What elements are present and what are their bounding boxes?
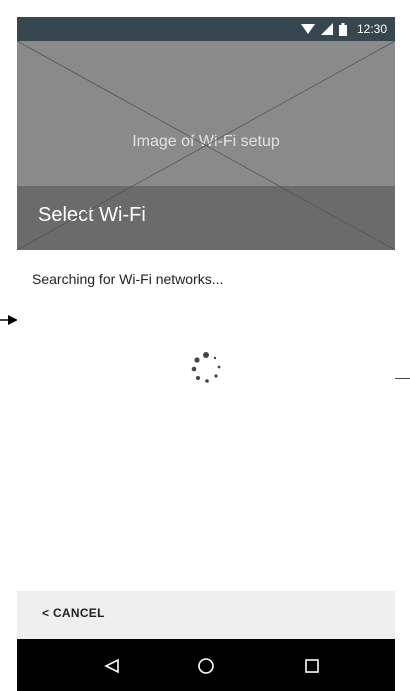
home-button[interactable] [193,653,219,679]
recents-button[interactable] [299,653,325,679]
status-bar: 12:30 [17,17,395,41]
phone-screen: 12:30 Image of Wi-Fi setup Select Wi-Fi … [17,17,395,691]
placeholder-cross-icon [17,41,395,250]
searching-status-text: Searching for Wi-Fi networks... [32,271,224,287]
annotation-line [395,378,410,379]
recents-icon [305,659,319,673]
action-bar: < CANCEL [17,591,395,639]
battery-icon [338,22,347,36]
cancel-button[interactable]: < CANCEL [42,606,105,620]
content-area: Searching for Wi-Fi networks... [17,250,395,607]
navigation-bar [17,639,395,691]
back-button[interactable] [99,653,125,679]
status-time: 12:30 [356,22,387,36]
annotation-arrow-icon [0,315,18,325]
home-icon [198,658,214,674]
signal-icon [320,23,333,35]
wifi-icon [300,24,315,34]
loading-spinner-icon [191,352,221,383]
back-icon [104,658,119,674]
